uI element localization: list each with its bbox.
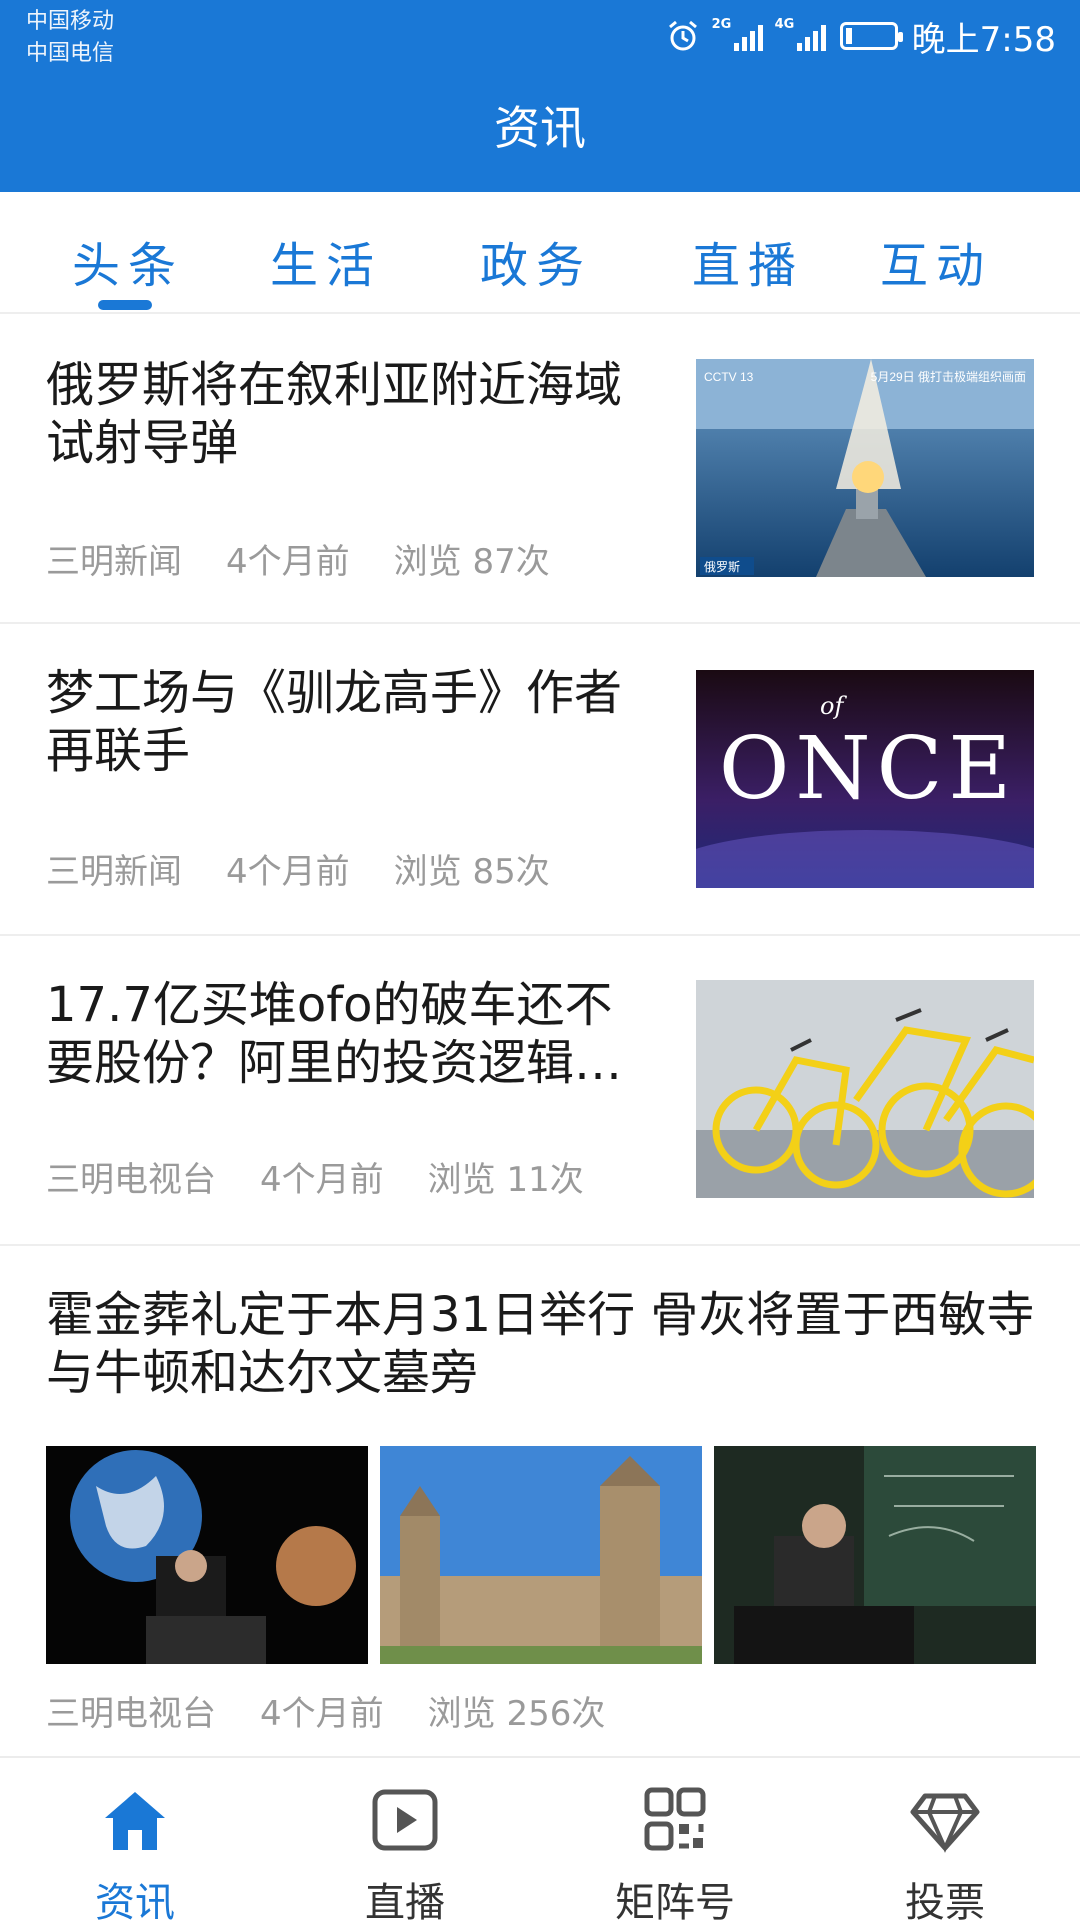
bottom-navigation: 资讯 直播 矩阵号 投票 — [0, 1756, 1080, 1920]
news-image-gallery — [46, 1446, 1036, 1664]
news-thumbnail: ONCE of — [696, 670, 1034, 888]
news-meta: 三明电视台 4个月前 浏览 256次 — [46, 1686, 605, 1735]
nav-label: 矩阵号 — [615, 1880, 735, 1920]
tab-interaction[interactable]: 互动 — [880, 226, 992, 296]
nav-label: 直播 — [365, 1880, 445, 1920]
news-meta: 三明新闻 4个月前 浏览 87次 — [46, 534, 550, 583]
home-icon — [105, 1792, 165, 1850]
thumb-text: ONCE — [719, 719, 1017, 819]
active-tab-indicator — [98, 300, 152, 310]
news-views: 浏览 87次 — [393, 542, 550, 582]
signal-icon: 4G — [775, 17, 826, 51]
status-bar: 中国移动 中国电信 2G 4G 晚上7:58 — [0, 0, 1080, 80]
nav-vote[interactable]: 投票 — [845, 1768, 1045, 1920]
news-title: 俄罗斯将在叙利亚附近海域试射导弹 — [46, 357, 623, 471]
thumb-overlay-right: 5月29日 俄打击极端组织画面 — [871, 370, 1026, 384]
news-title: 霍金葬礼定于本月31日举行 骨灰将置于西敏寺与牛顿和达尔文墓旁 — [46, 1287, 1035, 1401]
gallery-image — [380, 1446, 702, 1664]
alarm-icon — [668, 20, 697, 51]
news-title: 17.7亿买堆ofo的破车还不要股份？阿里的投资逻辑… — [46, 977, 623, 1091]
news-views: 浏览 11次 — [427, 1160, 584, 1200]
news-thumbnail: CCTV 13 5月29日 俄打击极端组织画面 俄罗斯 — [696, 359, 1034, 577]
news-item[interactable]: 梦工场与《驯龙高手》作者再联手 三明新闻 4个月前 浏览 85次 ONCE of — [0, 624, 1080, 936]
news-time: 4个月前 — [226, 542, 350, 582]
nav-label: 投票 — [905, 1880, 985, 1920]
signal-icon: 2G — [712, 17, 763, 51]
carrier-2: 中国电信 — [26, 41, 115, 66]
grid-icon — [644, 1787, 706, 1851]
app-header: 中国移动 中国电信 2G 4G 晚上7:58 资讯 — [0, 0, 1080, 192]
news-meta: 三明电视台 4个月前 浏览 11次 — [46, 1152, 584, 1201]
news-source: 三明新闻 — [46, 542, 182, 582]
status-right: 2G 4G 晚上7:58 — [666, 12, 1056, 60]
news-views: 浏览 85次 — [393, 852, 550, 892]
nav-label: 资讯 — [95, 1880, 175, 1920]
nav-live[interactable]: 直播 — [305, 1768, 505, 1920]
gallery-image — [46, 1446, 368, 1664]
nav-news[interactable]: 资讯 — [35, 1768, 235, 1920]
news-meta: 三明新闻 4个月前 浏览 85次 — [46, 844, 550, 893]
thumb-overlay-left: CCTV 13 — [704, 370, 754, 384]
news-item[interactable]: 俄罗斯将在叙利亚附近海域试射导弹 三明新闻 4个月前 浏览 87次 CCTV 1… — [0, 316, 1080, 624]
news-item[interactable]: 17.7亿买堆ofo的破车还不要股份？阿里的投资逻辑… 三明电视台 4个月前 浏… — [0, 936, 1080, 1246]
nav-matrix[interactable]: 矩阵号 — [575, 1768, 775, 1920]
news-source: 三明电视台 — [46, 1694, 216, 1734]
tab-headlines[interactable]: 头条 — [72, 226, 184, 296]
clock: 晚上7:58 — [911, 19, 1056, 60]
category-tabs: 头条 生活 政务 直播 互动 — [0, 192, 1080, 314]
tab-government[interactable]: 政务 — [480, 226, 592, 296]
carrier-info: 中国移动 中国电信 — [26, 6, 114, 70]
carrier-1: 中国移动 — [26, 9, 115, 34]
play-icon — [372, 1789, 438, 1851]
news-source: 三明电视台 — [46, 1160, 216, 1200]
page-title: 资讯 — [494, 101, 586, 155]
tab-live[interactable]: 直播 — [692, 226, 804, 296]
news-time: 4个月前 — [226, 852, 350, 892]
news-title: 梦工场与《驯龙高手》作者再联手 — [46, 665, 623, 779]
thumb-overlay-bottom: 俄罗斯 — [704, 560, 740, 574]
thumb-small-text: of — [820, 692, 847, 720]
diamond-icon — [910, 1793, 980, 1853]
news-source: 三明新闻 — [46, 852, 182, 892]
news-views: 浏览 256次 — [427, 1694, 606, 1734]
news-thumbnail — [696, 980, 1034, 1198]
gallery-image — [714, 1446, 1036, 1664]
news-time: 4个月前 — [260, 1694, 384, 1734]
news-time: 4个月前 — [260, 1160, 384, 1200]
battery-icon — [839, 22, 903, 50]
tab-life[interactable]: 生活 — [270, 226, 382, 296]
